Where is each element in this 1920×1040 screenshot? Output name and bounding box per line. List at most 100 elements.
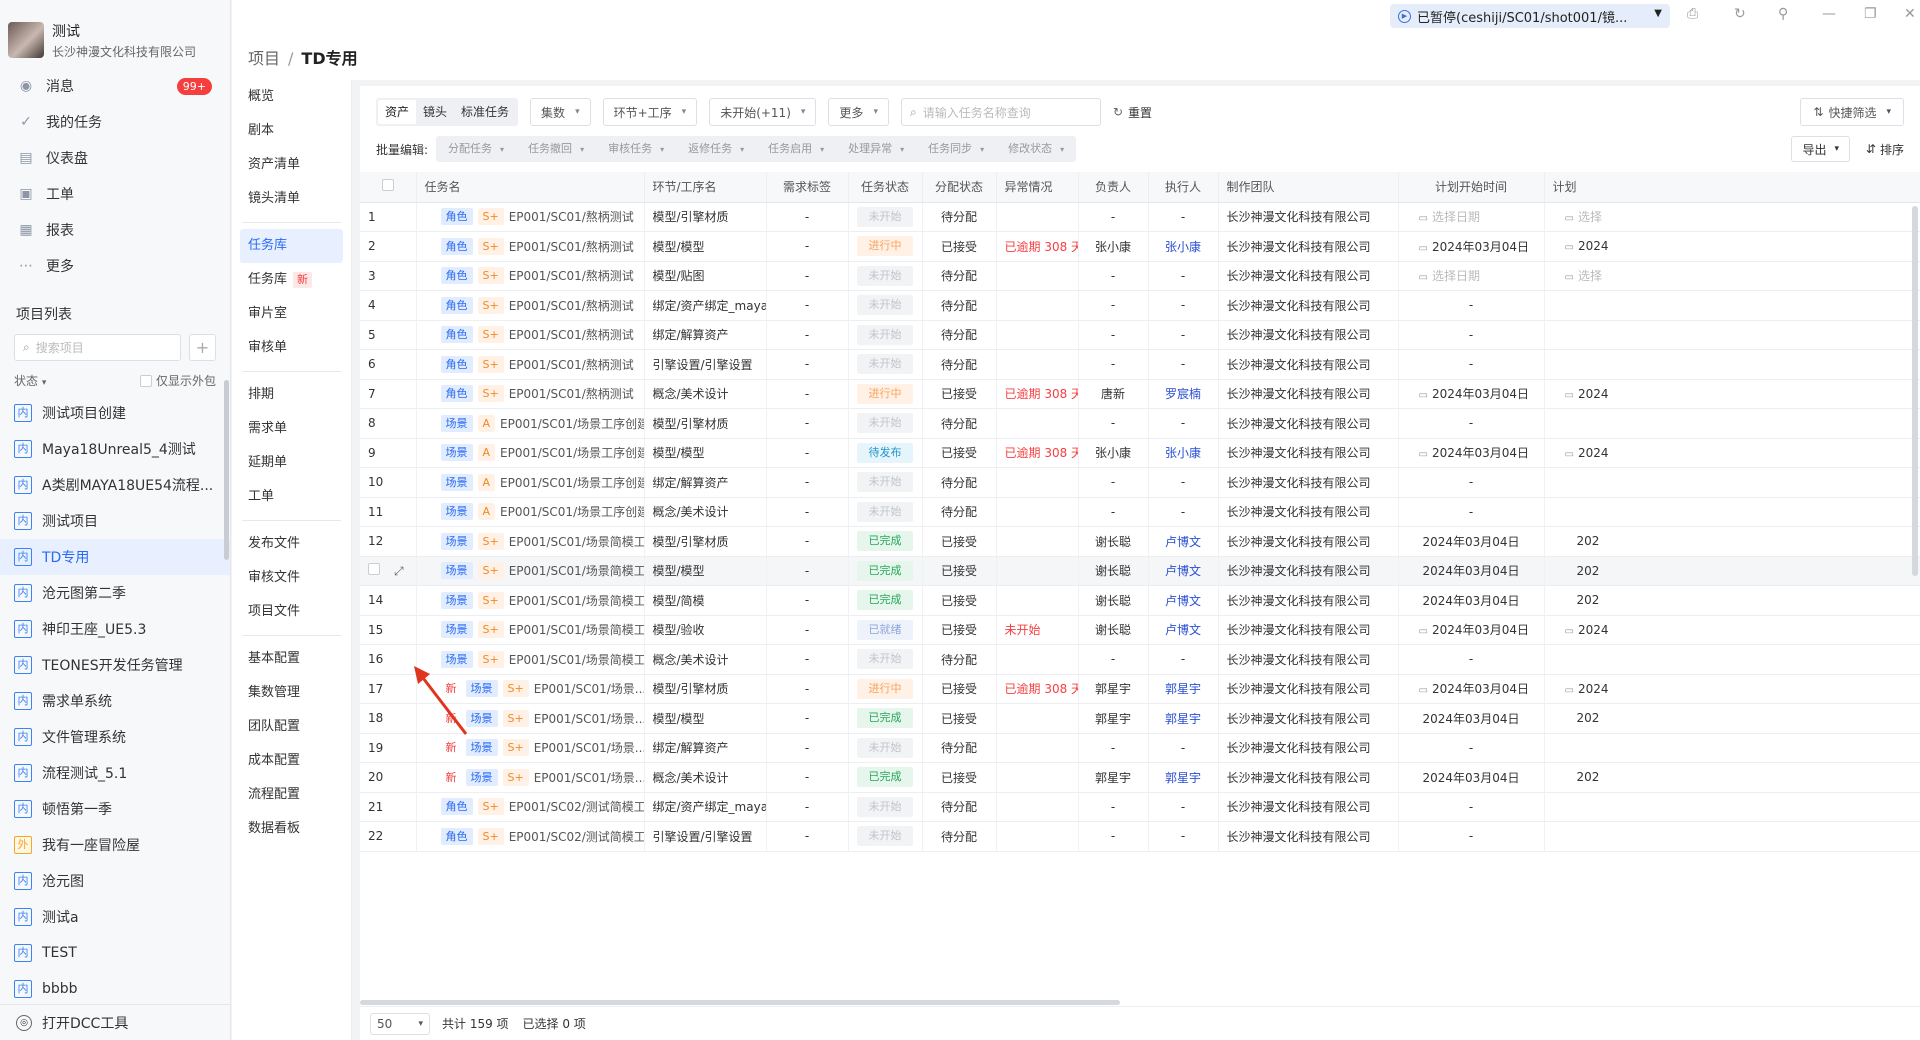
plan-end-cell[interactable]: [1544, 733, 1920, 763]
sidebar-scrollbar[interactable]: [224, 380, 229, 560]
table-row[interactable]: 22角色S+EP001/SC02/测试简模工序A引擎设置/引擎设置-未开始待分配…: [360, 821, 1920, 852]
filter-dropdown-3[interactable]: 更多 ▾: [828, 98, 889, 126]
filter-dropdown-2[interactable]: 未开始(+11) ▾: [709, 98, 817, 126]
table-row[interactable]: 18新场景S+EP001/SC01/场景...★模型/模型-已完成已接受郭星宇郭…: [360, 703, 1920, 734]
subnav-item[interactable]: 任务库: [240, 229, 343, 263]
table-row[interactable]: 12 场景S+ EP001/SC01/场景简模工序...模型/引擎材质-已完成已接受…: [360, 526, 1920, 557]
subnav-item[interactable]: 需求单: [232, 412, 351, 446]
close-icon[interactable]: ✕: [1904, 6, 1916, 22]
nav-item-5[interactable]: ⋯ 更多: [0, 248, 230, 284]
plan-start-cell[interactable]: 2024年03月04日: [1398, 585, 1545, 616]
select-all-checkbox[interactable]: [360, 172, 417, 203]
task-name-cell[interactable]: 角色S+ EP001/SC02/测试简模工序A: [416, 821, 645, 852]
table-row[interactable]: 11场景AEP001/SC01/场景工序创建...概念/美术设计-未开始待分配-…: [360, 497, 1920, 527]
plan-start-cell[interactable]: -: [1398, 821, 1545, 852]
plan-start-cell[interactable]: -: [1398, 290, 1545, 321]
user-profile[interactable]: 测试 长沙神漫文化科技有限公司: [0, 0, 230, 62]
executor-cell[interactable]: 郭星宇: [1148, 674, 1219, 704]
subnav-item[interactable]: 集数管理: [232, 676, 351, 710]
subnav-item[interactable]: 发布文件: [232, 527, 351, 561]
avatar[interactable]: [8, 22, 44, 58]
plan-start-cell[interactable]: 2024年03月04日: [1398, 762, 1545, 793]
plan-start-cell[interactable]: -: [1398, 320, 1545, 350]
project-item[interactable]: 内 TEST: [0, 935, 230, 971]
sort-button[interactable]: ⇵ 排序: [1866, 136, 1904, 162]
plan-start-cell[interactable]: ▭ 2024年03月04日: [1398, 674, 1545, 704]
status-filter[interactable]: 状态 ▾: [14, 372, 46, 389]
plan-start-cell[interactable]: -: [1398, 408, 1545, 439]
plan-end-cell[interactable]: [1544, 497, 1920, 527]
plan-start-cell[interactable]: -: [1398, 644, 1545, 675]
plan-start-cell[interactable]: 2024年03月04日: [1398, 526, 1545, 557]
plan-end-cell[interactable]: ▭ 2024: [1544, 231, 1920, 262]
table-row[interactable]: 20新场景S+EP001/SC01/场景...★概念/美术设计-已完成已接受郭星…: [360, 762, 1920, 793]
outsource-only-checkbox[interactable]: 仅显示外包: [139, 372, 216, 389]
export-button[interactable]: 导出 ▾: [1791, 136, 1850, 162]
nav-item-3[interactable]: ▣ 工单: [0, 176, 230, 212]
executor-cell[interactable]: 卢博文: [1148, 615, 1219, 645]
plan-start-cell[interactable]: 2024年03月04日: [1398, 703, 1545, 734]
segment-0[interactable]: 资产: [378, 100, 417, 124]
expand-icon[interactable]: ⤢: [394, 564, 404, 578]
plan-end-cell[interactable]: [1544, 349, 1920, 380]
plan-end-cell[interactable]: 202: [1544, 526, 1920, 557]
subnav-item[interactable]: 团队配置: [232, 710, 351, 744]
project-item[interactable]: 外我有一座冒险屋: [0, 827, 230, 863]
project-item[interactable]: 内顿悟第一季: [0, 791, 230, 827]
project-item[interactable]: 内沧元图: [0, 863, 230, 899]
task-name-cell[interactable]: 场景S+ EP001/SC01/场景简模工序...: [416, 556, 645, 586]
plan-start-cell[interactable]: ▭ 2024年03月04日: [1398, 379, 1545, 409]
table-row[interactable]: 2 角色 S+ EP001/SC01/熬柄测试 模型/模型 - 进行中 已接受 已逾期 308 …: [360, 231, 1920, 262]
subnav-item[interactable]: 资产清单: [232, 148, 351, 182]
table-row[interactable]: 8场景AEP001/SC01/场景工序创建...模型/引擎材质-未开始待分配--…: [360, 408, 1920, 439]
refresh-icon[interactable]: ↻: [1734, 6, 1746, 22]
paused-task-pill[interactable]: ▶ 已暂停(ceshiji/SC01/shot001/镜... ▼: [1390, 4, 1670, 28]
batch-action-1[interactable]: 任务撤回 ▾: [516, 136, 596, 163]
plan-start-cell[interactable]: ▭ 选择日期: [1398, 202, 1545, 232]
subnav-item[interactable]: 概览: [232, 80, 351, 114]
plan-start-cell[interactable]: -: [1398, 792, 1545, 822]
table-row[interactable]: 17新场景S+EP001/SC01/场景...★模型/引擎材质-进行中已接受已逾…: [360, 674, 1920, 704]
subnav-item[interactable]: 成本配置: [232, 744, 351, 778]
project-item[interactable]: 内 bbbb: [0, 971, 230, 1007]
plan-end-cell[interactable]: 202: [1544, 762, 1920, 793]
project-item[interactable]: 内测试项目创建: [0, 395, 230, 431]
page-size-select[interactable]: 50 ▾: [370, 1012, 430, 1035]
project-item[interactable]: 内 TD专用: [0, 539, 230, 575]
plan-start-cell[interactable]: ▭ 2024年03月04日: [1398, 231, 1545, 262]
batch-action-5[interactable]: 处理异常 ▾: [836, 136, 916, 163]
batch-action-4[interactable]: 任务启用 ▾: [756, 136, 836, 163]
horizontal-scrollbar[interactable]: [360, 1000, 1120, 1005]
table-row[interactable]: ⤢ 场景S+ EP001/SC01/场景简模工序...模型/模型-已完成已接受 谢长聪…: [360, 556, 1920, 586]
table-row[interactable]: 3 角色 S+ EP001/SC01/熬柄测试 模型/贴图 - 未开始 待分配 - - 长沙神漫文化…: [360, 261, 1920, 291]
task-name-cell[interactable]: 角色 S+ EP001/SC01/熬柄测试: [416, 379, 645, 409]
project-item[interactable]: 内沧元图第二季: [0, 575, 230, 611]
plan-start-cell[interactable]: -: [1398, 349, 1545, 380]
restore-icon[interactable]: ❐: [1864, 6, 1877, 22]
batch-action-7[interactable]: 修改状态 ▾: [996, 136, 1076, 163]
pin-icon[interactable]: ⚲: [1778, 6, 1788, 22]
subnav-item[interactable]: 镜头清单: [232, 182, 351, 216]
table-row[interactable]: 4 角色 S+ EP001/SC01/熬柄测试 绑定/资产绑定_maya - 未开始 待分配 -…: [360, 290, 1920, 321]
project-item[interactable]: 内测试项目: [0, 503, 230, 539]
add-project-button[interactable]: +: [189, 334, 216, 361]
batch-action-2[interactable]: 审核任务 ▾: [596, 136, 676, 163]
nav-item-0[interactable]: ◉ 消息 99+: [0, 68, 230, 104]
executor-cell[interactable]: 张小康: [1148, 231, 1219, 262]
task-name-cell[interactable]: 场景S+ EP001/SC01/场景简模工序...: [416, 526, 645, 557]
plan-end-cell[interactable]: [1544, 467, 1920, 498]
executor-cell[interactable]: 卢博文: [1148, 585, 1219, 616]
plan-end-cell[interactable]: 202: [1544, 585, 1920, 616]
quick-filter-button[interactable]: ⇅ 快捷筛选 ▾: [1800, 98, 1904, 126]
task-name-cell[interactable]: 场景S+ EP001/SC01/场景简模工序...: [416, 615, 645, 645]
plan-end-cell[interactable]: [1544, 290, 1920, 321]
plan-start-cell[interactable]: ▭ 2024年03月04日: [1398, 615, 1545, 645]
table-row[interactable]: 10场景AEP001/SC01/场景工序创建...绑定/解算资产-未开始待分配-…: [360, 467, 1920, 498]
task-name-cell[interactable]: 角色S+ EP001/SC02/测试简模工序A: [416, 792, 645, 822]
executor-cell[interactable]: 罗宸楠: [1148, 379, 1219, 409]
subnav-item[interactable]: 审核单: [232, 331, 351, 365]
task-name-cell[interactable]: 新场景S+EP001/SC01/场景...★: [416, 674, 645, 704]
plan-end-cell[interactable]: 202: [1544, 556, 1920, 586]
subnav-item[interactable]: 工单: [232, 480, 351, 514]
task-name-cell[interactable]: 场景S+ EP001/SC01/场景简模工序...: [416, 644, 645, 675]
